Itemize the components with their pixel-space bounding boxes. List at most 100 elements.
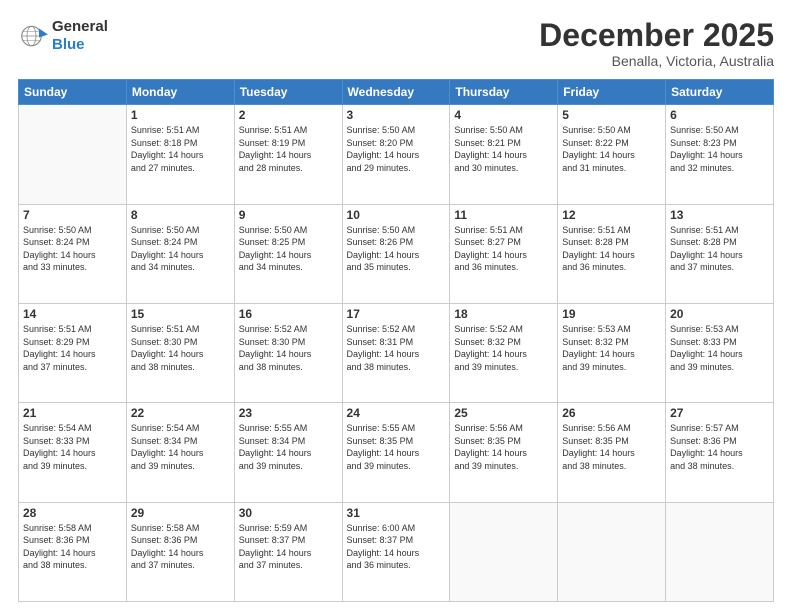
day-number: 16 — [239, 307, 338, 321]
calendar-cell: 25 Sunrise: 5:56 AM Sunset: 8:35 PM Dayli… — [450, 403, 558, 502]
weekday-header-wednesday: Wednesday — [342, 80, 450, 105]
day-number: 18 — [454, 307, 553, 321]
calendar-cell: 3 Sunrise: 5:50 AM Sunset: 8:20 PM Daylig… — [342, 105, 450, 204]
calendar-cell: 30 Sunrise: 5:59 AM Sunset: 8:37 PM Dayli… — [234, 502, 342, 601]
weekday-header-thursday: Thursday — [450, 80, 558, 105]
calendar-cell: 2Sunrise: 5:51 AM Sunset: 8:19 PM Daylig… — [234, 105, 342, 204]
page: General Blue December 2025 Benalla, Vict… — [0, 0, 792, 612]
calendar-cell: 20Sunrise: 5:53 AM Sunset: 8:33 PM Dayli… — [666, 303, 774, 402]
day-info: Sunrise: 5:50 AM Sunset: 8:21 PM Dayligh… — [454, 124, 553, 174]
calendar-cell: 1Sunrise: 5:51 AM Sunset: 8:18 PM Daylig… — [126, 105, 234, 204]
title-block: December 2025 Benalla, Victoria, Austral… — [539, 18, 774, 69]
day-info: Sunrise: 5:50 AM Sunset: 8:20 PM Dayligh… — [347, 124, 446, 174]
day-number: 26 — [562, 406, 661, 420]
day-number: 31 — [347, 506, 446, 520]
day-info: Sunrise: 5:51 AM Sunset: 8:28 PM Dayligh… — [562, 224, 661, 274]
day-info: Sunrise: 5:50 AM Sunset: 8:23 PM Dayligh… — [670, 124, 769, 174]
day-info: Sunrise: 5:54 AM Sunset: 8:34 PM Dayligh… — [131, 422, 230, 472]
calendar-cell: 26 Sunrise: 5:56 AM Sunset: 8:35 PM Dayli… — [558, 403, 666, 502]
weekday-header-friday: Friday — [558, 80, 666, 105]
calendar-cell — [450, 502, 558, 601]
calendar-cell: 9Sunrise: 5:50 AM Sunset: 8:25 PM Daylig… — [234, 204, 342, 303]
calendar-cell: 7Sunrise: 5:50 AM Sunset: 8:24 PM Daylig… — [19, 204, 127, 303]
calendar-cell: 10Sunrise: 5:50 AM Sunset: 8:26 PM Dayli… — [342, 204, 450, 303]
day-number: 22 — [131, 406, 230, 420]
calendar-cell: 21Sunrise: 5:54 AM Sunset: 8:33 PM Dayli… — [19, 403, 127, 502]
day-number: 8 — [131, 208, 230, 222]
day-number: 24 — [347, 406, 446, 420]
day-info: Sunrise: 5:50 AM Sunset: 8:24 PM Dayligh… — [131, 224, 230, 274]
calendar-week-1: 1Sunrise: 5:51 AM Sunset: 8:18 PM Daylig… — [19, 105, 774, 204]
day-number: 29 — [131, 506, 230, 520]
calendar-cell — [666, 502, 774, 601]
calendar-cell: 19 Sunrise: 5:53 AM Sunset: 8:32 PM Dayli… — [558, 303, 666, 402]
day-number: 11 — [454, 208, 553, 222]
day-info: Sunrise: 5:59 AM Sunset: 8:37 PM Dayligh… — [239, 522, 338, 572]
day-info: Sunrise: 5:56 AM Sunset: 8:35 PM Dayligh… — [562, 422, 661, 472]
day-info: Sunrise: 6:00 AM Sunset: 8:37 PM Dayligh… — [347, 522, 446, 572]
day-number: 30 — [239, 506, 338, 520]
calendar-week-5: 28Sunrise: 5:58 AM Sunset: 8:36 PM Dayli… — [19, 502, 774, 601]
day-number: 9 — [239, 208, 338, 222]
logo-icon — [18, 21, 48, 51]
calendar-cell: 17 Sunrise: 5:52 AM Sunset: 8:31 PM Dayli… — [342, 303, 450, 402]
calendar-cell: 5 Sunrise: 5:50 AM Sunset: 8:22 PM Daylig… — [558, 105, 666, 204]
day-info: Sunrise: 5:52 AM Sunset: 8:31 PM Dayligh… — [347, 323, 446, 373]
day-info: Sunrise: 5:58 AM Sunset: 8:36 PM Dayligh… — [23, 522, 122, 572]
day-number: 19 — [562, 307, 661, 321]
calendar-cell: 29 Sunrise: 5:58 AM Sunset: 8:36 PM Dayli… — [126, 502, 234, 601]
calendar-cell: 23 Sunrise: 5:55 AM Sunset: 8:34 PM Dayli… — [234, 403, 342, 502]
day-number: 27 — [670, 406, 769, 420]
day-info: Sunrise: 5:52 AM Sunset: 8:30 PM Dayligh… — [239, 323, 338, 373]
day-info: Sunrise: 5:56 AM Sunset: 8:35 PM Dayligh… — [454, 422, 553, 472]
weekday-header-monday: Monday — [126, 80, 234, 105]
calendar-table: SundayMondayTuesdayWednesdayThursdayFrid… — [18, 79, 774, 602]
day-number: 7 — [23, 208, 122, 222]
day-info: Sunrise: 5:52 AM Sunset: 8:32 PM Dayligh… — [454, 323, 553, 373]
day-number: 1 — [131, 108, 230, 122]
day-info: Sunrise: 5:57 AM Sunset: 8:36 PM Dayligh… — [670, 422, 769, 472]
day-number: 12 — [562, 208, 661, 222]
calendar-cell: 6 Sunrise: 5:50 AM Sunset: 8:23 PM Daylig… — [666, 105, 774, 204]
calendar-week-3: 14Sunrise: 5:51 AM Sunset: 8:29 PM Dayli… — [19, 303, 774, 402]
day-info: Sunrise: 5:55 AM Sunset: 8:34 PM Dayligh… — [239, 422, 338, 472]
logo-line2: Blue — [52, 36, 108, 54]
day-number: 25 — [454, 406, 553, 420]
day-number: 14 — [23, 307, 122, 321]
calendar-cell: 18 Sunrise: 5:52 AM Sunset: 8:32 PM Dayli… — [450, 303, 558, 402]
calendar-cell: 27 Sunrise: 5:57 AM Sunset: 8:36 PM Dayli… — [666, 403, 774, 502]
day-info: Sunrise: 5:53 AM Sunset: 8:32 PM Dayligh… — [562, 323, 661, 373]
day-info: Sunrise: 5:58 AM Sunset: 8:36 PM Dayligh… — [131, 522, 230, 572]
logo: General Blue — [18, 18, 108, 54]
calendar-week-2: 7 Sunrise: 5:50 AM Sunset: 8:24 PM Daylig… — [19, 204, 774, 303]
day-info: Sunrise: 5:51 AM Sunset: 8:30 PM Dayligh… — [131, 323, 230, 373]
header: General Blue December 2025 Benalla, Vict… — [18, 18, 774, 69]
day-number: 20 — [670, 307, 769, 321]
calendar-cell: 11Sunrise: 5:51 AM Sunset: 8:27 PM Dayli… — [450, 204, 558, 303]
day-number: 6 — [670, 108, 769, 122]
day-number: 15 — [131, 307, 230, 321]
calendar-cell — [558, 502, 666, 601]
day-number: 23 — [239, 406, 338, 420]
weekday-header-sunday: Sunday — [19, 80, 127, 105]
day-number: 17 — [347, 307, 446, 321]
day-number: 2 — [239, 108, 338, 122]
calendar-cell: 13Sunrise: 5:51 AM Sunset: 8:28 PM Dayli… — [666, 204, 774, 303]
day-info: Sunrise: 5:55 AM Sunset: 8:35 PM Dayligh… — [347, 422, 446, 472]
day-number: 5 — [562, 108, 661, 122]
day-number: 3 — [347, 108, 446, 122]
day-info: Sunrise: 5:50 AM Sunset: 8:26 PM Dayligh… — [347, 224, 446, 274]
calendar-cell: 22 Sunrise: 5:54 AM Sunset: 8:34 PM Dayli… — [126, 403, 234, 502]
location-subtitle: Benalla, Victoria, Australia — [539, 53, 774, 69]
weekday-header-saturday: Saturday — [666, 80, 774, 105]
day-info: Sunrise: 5:54 AM Sunset: 8:33 PM Dayligh… — [23, 422, 122, 472]
calendar-cell: 31 Sunrise: 6:00 AM Sunset: 8:37 PM Dayli… — [342, 502, 450, 601]
calendar-cell: 16 Sunrise: 5:52 AM Sunset: 8:30 PM Dayli… — [234, 303, 342, 402]
calendar-cell: 28Sunrise: 5:58 AM Sunset: 8:36 PM Dayli… — [19, 502, 127, 601]
calendar-header-row: SundayMondayTuesdayWednesdayThursdayFrid… — [19, 80, 774, 105]
day-number: 4 — [454, 108, 553, 122]
calendar-cell: 4 Sunrise: 5:50 AM Sunset: 8:21 PM Daylig… — [450, 105, 558, 204]
logo-text: General Blue — [52, 18, 108, 54]
calendar-cell — [19, 105, 127, 204]
day-info: Sunrise: 5:50 AM Sunset: 8:22 PM Dayligh… — [562, 124, 661, 174]
